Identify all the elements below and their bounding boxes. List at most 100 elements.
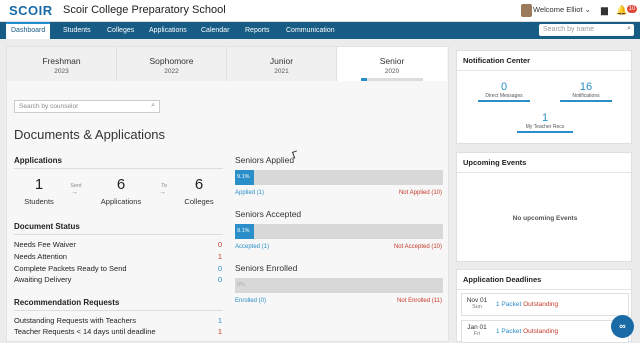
deadline-date: Nov 01 Sun: [465, 297, 489, 310]
tab-students[interactable]: Students: [63, 22, 91, 39]
application-deadlines-panel: Application Deadlines Nov 01 Sun 1 Packe…: [456, 269, 632, 343]
deadline-status: Outstanding: [523, 301, 559, 308]
school-name: Scoir College Preparatory School: [63, 4, 226, 16]
seniors-accepted-bar: 9.1%: [235, 224, 443, 239]
doc-status-value[interactable]: 0: [212, 240, 222, 249]
tab-reports[interactable]: Reports: [245, 22, 270, 39]
doc-status-value[interactable]: 0: [212, 275, 222, 284]
doc-status-label: Needs Attention: [14, 252, 67, 261]
document-status-heading: Document Status: [14, 222, 80, 231]
deadline-packet-count: 1 Packet: [496, 328, 522, 335]
class-name: Freshman: [42, 56, 81, 66]
divider: [14, 168, 223, 169]
accepted-link[interactable]: Accepted (1): [235, 244, 269, 250]
upcoming-events-heading: Upcoming Events: [457, 153, 631, 173]
deadline-row[interactable]: Jan 01 Fri 1 Packet Outstanding: [461, 320, 629, 343]
page-title: Documents & Applications: [14, 127, 166, 142]
class-name: Senior: [379, 56, 405, 66]
top-bar: SCOIR Scoir College Preparatory School W…: [0, 0, 640, 22]
deadline-row[interactable]: Nov 01 Sun 1 Packet Outstanding: [461, 293, 629, 316]
counselor-search-input[interactable]: Search by counselor ⌕: [14, 100, 160, 113]
tab-communication[interactable]: Communication: [286, 22, 335, 39]
seniors-accepted-fill: 9.1%: [235, 224, 254, 239]
recommendation-requests-heading: Recommendation Requests: [14, 298, 120, 307]
doc-status-value[interactable]: 1: [212, 252, 222, 261]
avatar[interactable]: [521, 4, 532, 17]
no-events-message: No upcoming Events: [512, 215, 578, 222]
class-year: 2023: [54, 68, 69, 75]
deadline-date-text: Jan 01: [467, 324, 487, 331]
colleges-label: Colleges: [184, 197, 214, 206]
deadline-packet[interactable]: 1 Packet Outstanding: [496, 301, 558, 308]
not-accepted-link[interactable]: Not Accepted (10): [394, 244, 442, 250]
rec-request-label: Outstanding Requests with Teachers: [14, 316, 137, 325]
tab-calendar[interactable]: Calendar: [201, 22, 229, 39]
bell-icon[interactable]: 🔔: [616, 5, 627, 16]
seniors-accepted-title: Seniors Accepted: [235, 209, 302, 219]
notifications-link[interactable]: 16 Notifications: [560, 81, 612, 102]
notification-badge: 10: [627, 5, 637, 13]
tab-colleges[interactable]: Colleges: [107, 22, 134, 39]
seniors-enrolled-bar: 0%: [235, 278, 443, 293]
counselor-search-placeholder: Search by counselor: [19, 103, 79, 110]
chat-icon[interactable]: ▆: [601, 5, 608, 16]
doc-status-value[interactable]: 0: [212, 264, 222, 273]
enrolled-link[interactable]: Enrolled (0): [235, 298, 266, 304]
deadline-day: Sun: [472, 304, 482, 310]
arrow-right-icon: →: [71, 189, 78, 196]
tab-dashboard[interactable]: Dashboard: [6, 22, 51, 39]
seniors-applied-bar: 9.1%: [235, 170, 443, 185]
user-menu[interactable]: Welcome Elliot ⌄: [533, 5, 591, 14]
name-search-input[interactable]: Search by name ⌕: [539, 24, 634, 36]
chat-bubble-icon[interactable]: ∞: [611, 315, 634, 338]
deadline-day: Fri: [473, 331, 481, 337]
application-deadlines-heading: Application Deadlines: [457, 270, 631, 290]
doc-status-label: Awaiting Delivery: [14, 275, 72, 284]
deadline-status: Outstanding: [523, 328, 559, 335]
notif-label: Notifications: [560, 93, 612, 102]
tab-freshman[interactable]: Freshman 2023: [7, 47, 117, 81]
notification-center-heading: Notification Center: [457, 51, 631, 71]
seniors-applied-fill: 9.1%: [235, 170, 254, 185]
tab-senior[interactable]: Senior 2020: [337, 47, 447, 81]
class-year: 2022: [164, 68, 179, 75]
class-year: 2021: [274, 68, 289, 75]
students-count: 1: [34, 176, 44, 193]
deadline-packet-count: 1 Packet: [496, 301, 522, 308]
notif-label: My Teacher Recs: [517, 124, 573, 133]
notif-count: 0: [500, 81, 508, 93]
not-enrolled-link[interactable]: Not Enrolled (11): [397, 298, 442, 304]
rec-request-value[interactable]: 1: [212, 327, 222, 336]
search-icon[interactable]: ⌕: [627, 25, 631, 33]
search-icon[interactable]: ⌕: [151, 102, 155, 110]
app-logo[interactable]: SCOIR: [9, 3, 53, 18]
not-applied-link[interactable]: Not Applied (10): [399, 190, 442, 196]
direct-messages-link[interactable]: 0 Direct Messages: [478, 81, 530, 102]
students-label: Students: [24, 197, 54, 206]
deadline-packet[interactable]: 1 Packet Outstanding: [496, 328, 558, 335]
class-year: 2020: [384, 68, 400, 75]
class-name: Junior: [269, 56, 294, 66]
tab-junior[interactable]: Junior 2021: [227, 47, 337, 81]
doc-status-label: Needs Fee Waiver: [14, 240, 76, 249]
teacher-recs-link[interactable]: 1 My Teacher Recs: [517, 112, 573, 133]
tab-sophomore[interactable]: Sophomore 2022: [117, 47, 227, 81]
seniors-applied-title: Seniors Applied: [235, 155, 295, 165]
applied-link[interactable]: Applied (1): [235, 190, 264, 196]
main-panel: Freshman 2023 Sophomore 2022 Junior 2021…: [6, 46, 449, 342]
applications-count: 6: [116, 176, 126, 193]
deadline-date-text: Nov 01: [466, 297, 488, 304]
notif-count: 16: [579, 81, 593, 93]
applications-label: Applications: [100, 197, 142, 206]
senior-progress-bar: [361, 78, 423, 81]
divider: [14, 234, 223, 235]
tab-applications[interactable]: Applications: [149, 22, 187, 39]
notif-count: 1: [541, 112, 549, 124]
arrow-right-icon: →: [159, 189, 166, 196]
search-placeholder: Search by name: [543, 26, 594, 33]
deadline-date: Jan 01 Fri: [465, 324, 489, 337]
rec-request-value[interactable]: 1: [212, 316, 222, 325]
doc-status-label: Complete Packets Ready to Send: [14, 264, 127, 273]
divider: [14, 310, 223, 311]
applications-heading: Applications: [14, 156, 63, 165]
